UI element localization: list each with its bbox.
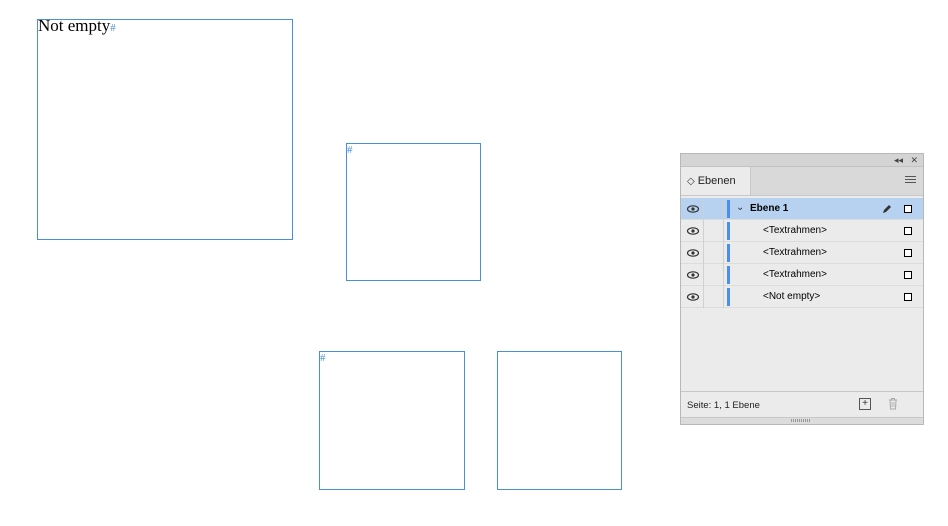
- panel-title-bar[interactable]: ◂◂ ✕: [681, 154, 923, 167]
- list-item[interactable]: <Not empty>: [681, 286, 923, 308]
- layer-color-swatch: [727, 244, 730, 262]
- close-panel-button[interactable]: ✕: [910, 154, 918, 166]
- eye-icon[interactable]: [686, 247, 700, 259]
- selection-square[interactable]: [904, 227, 912, 235]
- text-frame-2[interactable]: #: [346, 143, 481, 281]
- resize-grip[interactable]: [681, 417, 923, 424]
- list-item[interactable]: <Textrahmen>: [681, 264, 923, 286]
- item-label: <Textrahmen>: [763, 269, 827, 280]
- collapse-panel-button[interactable]: ◂◂: [894, 154, 903, 166]
- layer-name: Ebene 1: [750, 203, 789, 214]
- panel-footer: Seite: 1, 1 Ebene +: [681, 391, 923, 418]
- tab-label: Ebenen: [697, 175, 736, 187]
- item-label: <Textrahmen>: [763, 225, 827, 236]
- eye-icon[interactable]: [686, 291, 700, 303]
- list-item[interactable]: <Textrahmen>: [681, 242, 923, 264]
- layer-color-swatch: [727, 266, 730, 284]
- layers-panel: ◂◂ ✕ ◇ Ebenen ⌄ Ebene 1 <Textrahmen> <Te…: [680, 153, 924, 425]
- layer-list: ⌄ Ebene 1 <Textrahmen> <Textrahmen> <Tex…: [681, 198, 923, 308]
- pen-icon: [883, 205, 891, 213]
- layer-color-swatch: [727, 200, 730, 218]
- eye-icon[interactable]: [686, 225, 700, 237]
- layer-row[interactable]: ⌄ Ebene 1: [681, 198, 923, 220]
- tab-layers[interactable]: ◇ Ebenen: [681, 167, 751, 195]
- panel-tab-bar: ◇ Ebenen: [681, 167, 923, 196]
- empty-frame[interactable]: [497, 351, 622, 490]
- new-layer-icon[interactable]: +: [859, 398, 871, 410]
- selection-square[interactable]: [904, 249, 912, 257]
- text-frame-3[interactable]: #: [319, 351, 465, 490]
- item-label: <Textrahmen>: [763, 247, 827, 258]
- status-text: Seite: 1, 1 Ebene: [687, 400, 760, 411]
- overflow-marker: #: [110, 22, 116, 34]
- selection-square[interactable]: [904, 271, 912, 279]
- panel-menu-icon[interactable]: [905, 176, 916, 185]
- text-frame-1[interactable]: Not empty#: [37, 16, 293, 240]
- item-label: <Not empty>: [763, 291, 821, 302]
- overflow-marker: #: [320, 352, 326, 364]
- eye-icon[interactable]: [686, 203, 700, 215]
- layer-color-swatch: [727, 288, 730, 306]
- frame-text: Not empty#: [38, 16, 116, 35]
- tab-expand-icon: ◇: [687, 175, 695, 187]
- eye-icon[interactable]: [686, 269, 700, 281]
- chevron-down-icon[interactable]: ⌄: [736, 202, 744, 213]
- selection-square[interactable]: [904, 205, 912, 213]
- layer-color-swatch: [727, 222, 730, 240]
- list-item[interactable]: <Textrahmen>: [681, 220, 923, 242]
- trash-icon[interactable]: [887, 397, 899, 410]
- selection-square[interactable]: [904, 293, 912, 301]
- overflow-marker: #: [347, 144, 353, 156]
